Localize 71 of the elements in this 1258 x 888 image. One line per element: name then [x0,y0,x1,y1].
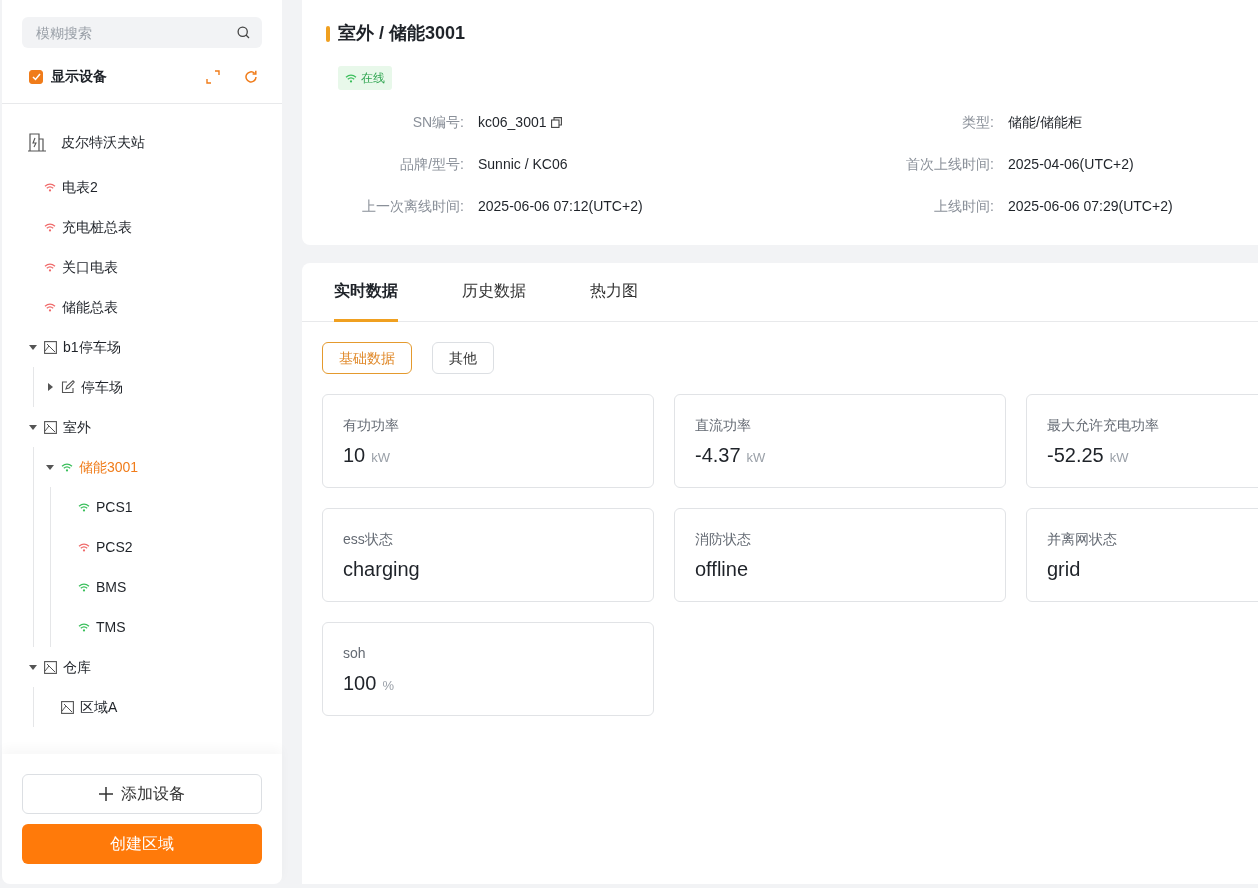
metric-label: 直流功率 [695,416,752,435]
device-item[interactable]: 电表2 [2,167,282,207]
metric-unit: kW [371,450,391,465]
tree-item[interactable]: 停车场 [2,367,282,407]
checkbox[interactable] [29,69,43,84]
field-value: 储能/储能柜 [1008,113,1082,132]
metric-label: 最大允许充电功率 [1047,416,1160,435]
device-item[interactable]: PCS2 [2,527,282,567]
metric-value: -52.25 [1047,444,1104,466]
device-item[interactable]: PCS1 [2,487,282,527]
page-title: 室外 / 储能3001 [338,22,466,45]
field-label: SN编号: [411,113,465,132]
metric-label: 有功功率 [343,416,400,435]
metric-value: offline [695,558,748,580]
tab[interactable]: 热力图 [590,263,638,322]
field-label: 品牌/型号: [399,155,465,174]
metric-value: grid [1047,558,1081,580]
filter-button[interactable]: 其他 [432,342,494,374]
device-item[interactable]: 储能总表 [2,287,282,327]
device-item[interactable]: BMS [2,567,282,607]
metric-value: 10 [343,444,366,466]
status-tag: 在线 [338,66,392,90]
caret-down-icon[interactable] [45,463,54,471]
field-value: kc06_3001 [478,113,547,132]
metric-value: 100 [343,672,377,694]
tree-item[interactable]: 皮尔特沃夫站 [2,122,282,162]
field-label: 首次上线时间: [905,155,995,174]
caret-right-icon[interactable] [45,383,54,391]
field-value: 2025-06-06 07:12(UTC+2) [478,197,643,216]
tab[interactable]: 历史数据 [462,263,526,322]
metric-value: charging [343,558,420,580]
edit-icon [61,380,75,394]
field-label: 类型: [961,113,995,132]
metric-unit: kW [746,450,766,465]
device-item[interactable]: TMS [2,607,282,647]
metric-unit: kW [1109,450,1129,465]
metric-label: 消防状态 [695,530,752,549]
tree-item[interactable]: 区域A [2,687,282,727]
field-label: 上一次离线时间: [361,197,465,216]
search-field[interactable]: 模糊搜索 [22,17,262,48]
device-item[interactable]: 关口电表 [2,247,282,287]
tree-item[interactable]: 仓库 [2,647,282,687]
building-icon [27,132,47,152]
tree-item[interactable]: 室外 [2,407,282,447]
metric-value: -4.37 [695,444,741,466]
refresh-icon[interactable] [244,69,258,84]
image-icon [44,420,57,434]
checkbox-label: 显示设备 [51,67,108,86]
copy-icon[interactable] [550,117,562,128]
metric-unit: % [382,678,394,693]
caret-down-icon[interactable] [28,343,37,351]
wifi-icon [345,73,357,83]
tree-item[interactable]: b1停车场 [2,327,282,367]
plus-icon [99,787,113,801]
field-value: 2025-06-06 07:29(UTC+2) [1008,197,1173,216]
title-marker [326,25,330,42]
tab[interactable]: 实时数据 [334,263,398,322]
image-icon [44,660,57,674]
image-icon [61,700,74,714]
field-label: 上线时间: [933,197,995,216]
metric-label: soh [343,644,367,663]
search-icon [237,26,250,39]
metric-label: ess状态 [343,530,394,549]
field-value: 2025-04-06(UTC+2) [1008,155,1134,174]
metric-label: 并离网状态 [1047,530,1118,549]
image-icon [44,340,57,354]
caret-down-icon[interactable] [28,423,37,431]
field-value: Sunnic / KC06 [478,155,568,174]
caret-down-icon[interactable] [28,663,37,671]
device-item[interactable]: 充电桩总表 [2,207,282,247]
add-device-button[interactable]: 添加设备 [22,774,262,814]
